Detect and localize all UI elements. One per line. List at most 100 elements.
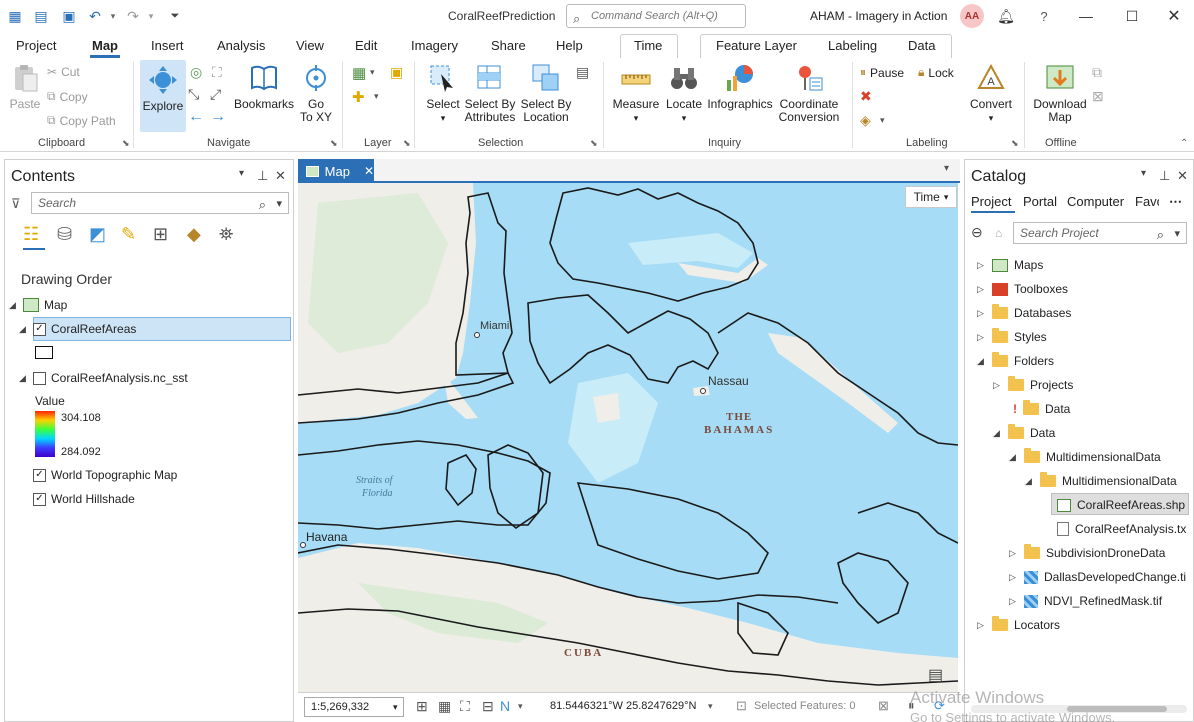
- data-source-icon[interactable]: ⛁: [57, 224, 72, 245]
- clear-selection-icon[interactable]: ⊠: [878, 698, 889, 714]
- map-view[interactable]: Miami Nassau THE BAHAMAS Straits of Flor…: [298, 183, 958, 692]
- catalog-item-styles[interactable]: ▷ Styles: [977, 328, 1047, 344]
- expand-icon[interactable]: ▷: [977, 284, 986, 295]
- save-icon[interactable]: ▣: [60, 7, 78, 25]
- catalog-search-input[interactable]: Search Project ⌕ ▾: [1013, 222, 1187, 244]
- tab-share[interactable]: Share: [491, 38, 526, 53]
- convert-button[interactable]: A Convert ▾: [966, 62, 1016, 125]
- catalog-tab-project[interactable]: Project: [971, 194, 1011, 209]
- select-button[interactable]: Select ▾: [424, 62, 462, 125]
- layer-world-hillshade[interactable]: ✓ World Hillshade: [33, 492, 135, 506]
- close-icon[interactable]: ✕: [1177, 168, 1188, 184]
- close-tab-icon[interactable]: ✕: [364, 164, 374, 178]
- navigate-launcher-icon[interactable]: ⬊: [330, 138, 338, 149]
- unplaced-labels-icon[interactable]: ✖: [860, 88, 872, 105]
- undo-dropdown-icon[interactable]: ▾: [104, 7, 122, 25]
- collapse-ribbon-icon[interactable]: ⌃: [1180, 138, 1188, 149]
- add-data-dropdown-icon[interactable]: ▾: [370, 67, 375, 78]
- undo-icon[interactable]: ↶: [86, 7, 104, 25]
- tab-edit[interactable]: Edit: [355, 38, 377, 53]
- collapse-icon[interactable]: ◢: [9, 300, 18, 311]
- infographics-button[interactable]: Infographics: [706, 62, 774, 111]
- snapping-view-icon[interactable]: ⊞: [153, 224, 168, 245]
- catalog-tab-portal[interactable]: Portal: [1023, 194, 1057, 209]
- tab-analysis[interactable]: Analysis: [217, 38, 265, 53]
- table-overlay-icon[interactable]: ▤: [928, 665, 943, 685]
- copy-path-button[interactable]: ⧉ Copy Path: [47, 113, 116, 128]
- rotation-dropdown-icon[interactable]: ▾: [518, 701, 523, 712]
- tab-feature-layer[interactable]: Feature Layer: [716, 38, 797, 53]
- catalog-item-multidimensional[interactable]: ◢ MultidimensionalData: [1009, 448, 1161, 464]
- constraints-icon[interactable]: ⊟: [482, 698, 494, 715]
- layer-visibility-checkbox[interactable]: ✓: [33, 468, 46, 482]
- next-extent-icon[interactable]: →: [210, 108, 226, 126]
- coordinates-dropdown-icon[interactable]: ▾: [708, 701, 713, 712]
- labeling-launcher-icon[interactable]: ⬊: [1011, 138, 1019, 149]
- add-graphics-dropdown-icon[interactable]: ▾: [374, 91, 379, 102]
- customize-qat-icon[interactable]: ⏷: [166, 7, 184, 25]
- layer-visibility-checkbox[interactable]: ✓: [33, 492, 46, 506]
- measure-button[interactable]: Measure ▾: [612, 62, 660, 125]
- selection-view-icon[interactable]: ◩: [89, 224, 106, 245]
- pane-options-icon[interactable]: ▾: [239, 168, 244, 179]
- layer-coralreefanalysis[interactable]: ◢ CoralReefAnalysis.nc_sst: [19, 371, 188, 385]
- collapse-icon[interactable]: ◢: [19, 324, 28, 335]
- close-icon[interactable]: ✕: [275, 168, 286, 184]
- pause-labeling-button[interactable]: ⏸ Pause: [860, 65, 904, 80]
- paste-button[interactable]: Paste: [8, 62, 42, 111]
- avatar[interactable]: AA: [960, 4, 984, 28]
- catalog-item-subdivision[interactable]: ▷ SubdivisionDroneData: [1009, 544, 1165, 560]
- coordinate-conversion-button[interactable]: Coordinate Conversion: [776, 62, 842, 124]
- locate-button[interactable]: Locate ▾: [664, 62, 704, 125]
- catalog-item-projects[interactable]: ▷ Projects: [993, 376, 1073, 392]
- attribute-table-icon[interactable]: ▤: [576, 64, 589, 81]
- redo-icon[interactable]: ↷: [124, 7, 142, 25]
- perspective-imagery-icon[interactable]: ⛯: [219, 224, 233, 245]
- collapse-icon[interactable]: ◢: [977, 356, 986, 367]
- zoom-out-fixed-icon[interactable]: ⤢: [210, 86, 221, 103]
- expand-icon[interactable]: ▷: [977, 620, 986, 631]
- select-by-attributes-button[interactable]: Select By Attributes: [464, 62, 516, 124]
- expand-icon[interactable]: ▷: [1009, 572, 1018, 583]
- catalog-item-coralreefareas-shp[interactable]: CoralReefAreas.shp: [1057, 498, 1185, 512]
- polygon-symbol-swatch[interactable]: [35, 346, 53, 359]
- label-priority-dropdown-icon[interactable]: ▾: [880, 115, 885, 126]
- drawing-order-icon[interactable]: ☷: [23, 224, 39, 245]
- time-slider-button[interactable]: Time ▾: [905, 186, 957, 208]
- back-icon[interactable]: ⊖: [971, 224, 983, 241]
- expand-icon[interactable]: ▷: [977, 332, 986, 343]
- catalog-tab-computer[interactable]: Computer: [1067, 194, 1124, 209]
- catalog-item-folders[interactable]: ◢ Folders: [977, 352, 1054, 368]
- color-ramp-swatch[interactable]: [35, 411, 55, 457]
- add-graphics-layer-icon[interactable]: ✚: [352, 88, 365, 106]
- labeling-view-icon[interactable]: ◆: [187, 224, 201, 245]
- notification-bell-icon[interactable]: 🔔︎: [994, 4, 1018, 28]
- catalog-tab-favorites[interactable]: Favo: [1135, 194, 1159, 209]
- add-preset-icon[interactable]: ▣: [390, 64, 403, 81]
- catalog-item-projects-data[interactable]: ! Data: [1013, 400, 1070, 416]
- expand-icon[interactable]: ▷: [993, 380, 1002, 391]
- catalog-item-databases[interactable]: ▷ Databases: [977, 304, 1071, 320]
- layer-launcher-icon[interactable]: ⬊: [403, 138, 411, 149]
- contents-search-input[interactable]: Search ⌕ ▾: [31, 192, 289, 214]
- tab-time[interactable]: Time: [634, 38, 662, 53]
- copy-button[interactable]: ⧉ Copy: [47, 89, 88, 104]
- expand-icon[interactable]: ▷: [977, 260, 986, 271]
- fixed-zoom-icon[interactable]: ⛶: [212, 64, 222, 81]
- pane-options-icon[interactable]: ▾: [1141, 168, 1146, 179]
- filter-icon[interactable]: ⊽: [11, 196, 21, 212]
- tab-labeling[interactable]: Labeling: [828, 38, 877, 53]
- command-search-input[interactable]: ⌕ Command Search (Alt+Q): [566, 4, 746, 28]
- tab-insert[interactable]: Insert: [151, 38, 184, 53]
- collapse-icon[interactable]: ◢: [19, 373, 28, 384]
- redo-dropdown-icon[interactable]: ▾: [142, 7, 160, 25]
- editing-view-icon[interactable]: ✎: [121, 224, 136, 245]
- layer-world-topographic-map[interactable]: ✓ World Topographic Map: [33, 468, 177, 482]
- full-extent-icon[interactable]: ◎: [190, 64, 202, 81]
- clipboard-launcher-icon[interactable]: ⬊: [122, 138, 130, 149]
- catalog-item-data[interactable]: ◢ Data: [993, 424, 1055, 440]
- explore-button[interactable]: Explore: [140, 60, 186, 132]
- bookmarks-button[interactable]: Bookmarks: [233, 62, 295, 111]
- catalog-item-toolboxes[interactable]: ▷ Toolboxes: [977, 282, 1068, 296]
- catalog-item-locators[interactable]: ▷ Locators: [977, 616, 1060, 632]
